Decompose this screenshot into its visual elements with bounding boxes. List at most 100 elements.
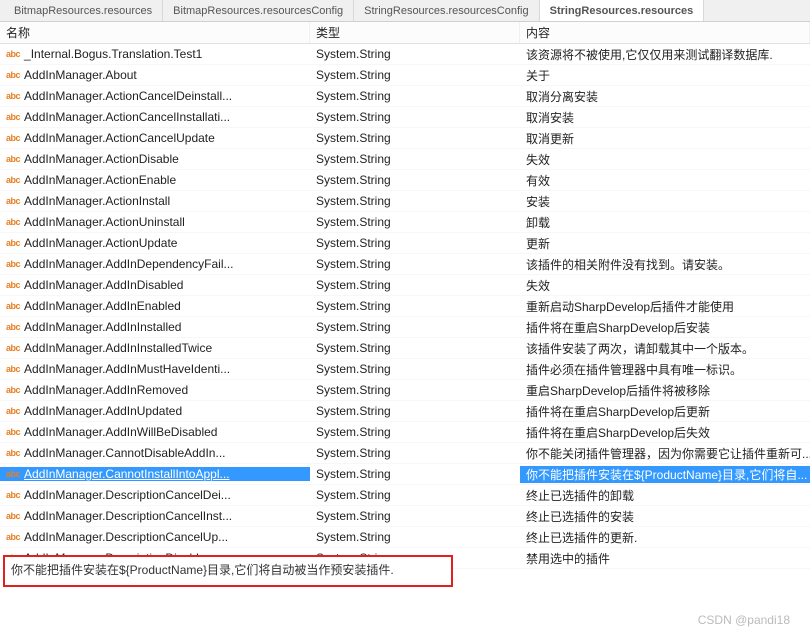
cell-content[interactable]: 插件必须在插件管理器中具有唯一标识。 — [520, 361, 810, 378]
cell-content[interactable]: 终止已选插件的安装 — [520, 508, 810, 525]
cell-name[interactable]: abcAddInManager.AddInUpdated — [0, 404, 310, 418]
cell-content[interactable]: 该插件安装了两次，请卸载其中一个版本。 — [520, 340, 810, 357]
cell-content[interactable]: 取消分离安装 — [520, 88, 810, 105]
cell-content[interactable]: 取消安装 — [520, 109, 810, 126]
cell-name[interactable]: abcAddInManager.DescriptionCancelDei... — [0, 488, 310, 502]
cell-type[interactable]: System.String — [310, 383, 520, 397]
cell-type[interactable]: System.String — [310, 467, 520, 481]
detail-value-box[interactable]: 你不能把插件安装在${ProductName}目录,它们将自动被当作预安装插件. — [3, 555, 453, 587]
cell-name[interactable]: abcAddInManager.AddInWillBeDisabled — [0, 425, 310, 439]
cell-name[interactable]: abcAddInManager.ActionCancelDeinstall... — [0, 89, 310, 103]
table-row[interactable]: abcAddInManager.AddInEnabledSystem.Strin… — [0, 296, 810, 317]
table-row[interactable]: abcAddInManager.AddInDisabledSystem.Stri… — [0, 275, 810, 296]
header-content[interactable]: 内容 — [520, 22, 810, 43]
header-type[interactable]: 类型 — [310, 22, 520, 43]
table-row[interactable]: abcAddInManager.AddInMustHaveIdenti...Sy… — [0, 359, 810, 380]
cell-content[interactable]: 插件将在重启SharpDevelop后安装 — [520, 319, 810, 336]
table-row[interactable]: abcAddInManager.ActionUninstallSystem.St… — [0, 212, 810, 233]
cell-type[interactable]: System.String — [310, 257, 520, 271]
cell-content[interactable]: 取消更新 — [520, 130, 810, 147]
cell-content[interactable]: 安装 — [520, 193, 810, 210]
table-row[interactable]: abcAddInManager.ActionCancelInstallati..… — [0, 107, 810, 128]
cell-name[interactable]: abcAddInManager.ActionCancelInstallati..… — [0, 110, 310, 124]
cell-name[interactable]: abcAddInManager.ActionUninstall — [0, 215, 310, 229]
cell-type[interactable]: System.String — [310, 320, 520, 334]
cell-name[interactable]: abcAddInManager.ActionEnable — [0, 173, 310, 187]
table-row[interactable]: abcAddInManager.ActionInstallSystem.Stri… — [0, 191, 810, 212]
table-row[interactable]: abcAddInManager.AddInUpdatedSystem.Strin… — [0, 401, 810, 422]
cell-name[interactable]: abcAddInManager.AddInInstalled — [0, 320, 310, 334]
cell-content[interactable]: 插件将在重启SharpDevelop后失效 — [520, 424, 810, 441]
cell-content[interactable]: 更新 — [520, 235, 810, 252]
tab-1[interactable]: BitmapResources.resourcesConfig — [163, 0, 354, 21]
cell-type[interactable]: System.String — [310, 362, 520, 376]
cell-content[interactable]: 该插件的相关附件没有找到。请安装。 — [520, 256, 810, 273]
cell-content[interactable]: 终止已选插件的更新. — [520, 529, 810, 546]
cell-name[interactable]: abcAddInManager.DescriptionCancelInst... — [0, 509, 310, 523]
cell-type[interactable]: System.String — [310, 89, 520, 103]
cell-type[interactable]: System.String — [310, 152, 520, 166]
cell-type[interactable]: System.String — [310, 278, 520, 292]
cell-type[interactable]: System.String — [310, 299, 520, 313]
cell-type[interactable]: System.String — [310, 509, 520, 523]
table-row[interactable]: abcAddInManager.AddInRemovedSystem.Strin… — [0, 380, 810, 401]
table-row[interactable]: abcAddInManager.ActionEnableSystem.Strin… — [0, 170, 810, 191]
cell-content[interactable]: 终止已选插件的卸载 — [520, 487, 810, 504]
tab-0[interactable]: BitmapResources.resources — [4, 0, 163, 21]
cell-content[interactable]: 禁用选中的插件 — [520, 550, 810, 567]
table-row[interactable]: abcAddInManager.ActionDisableSystem.Stri… — [0, 149, 810, 170]
cell-name[interactable]: abcAddInManager.AddInDisabled — [0, 278, 310, 292]
cell-name[interactable]: abcAddInManager.AddInMustHaveIdenti... — [0, 362, 310, 376]
cell-name[interactable]: abcAddInManager.DescriptionCancelUp... — [0, 530, 310, 544]
cell-type[interactable]: System.String — [310, 404, 520, 418]
cell-content[interactable]: 你不能把插件安装在${ProductName}目录,它们将自... — [520, 466, 810, 483]
cell-type[interactable]: System.String — [310, 68, 520, 82]
cell-type[interactable]: System.String — [310, 341, 520, 355]
cell-name[interactable]: abcAddInManager.AddInDependencyFail... — [0, 257, 310, 271]
cell-type[interactable]: System.String — [310, 47, 520, 61]
cell-type[interactable]: System.String — [310, 131, 520, 145]
cell-content[interactable]: 你不能关闭插件管理器，因为你需要它让插件重新可... — [520, 445, 810, 462]
table-row[interactable]: abcAddInManager.AddInInstalledSystem.Str… — [0, 317, 810, 338]
table-row[interactable]: abcAddInManager.AddInWillBeDisabledSyste… — [0, 422, 810, 443]
table-row[interactable]: abcAddInManager.ActionCancelDeinstall...… — [0, 86, 810, 107]
cell-content[interactable]: 卸载 — [520, 214, 810, 231]
cell-name[interactable]: abc_Internal.Bogus.Translation.Test1 — [0, 47, 310, 61]
table-row[interactable]: abcAddInManager.AddInDependencyFail...Sy… — [0, 254, 810, 275]
table-row[interactable]: abcAddInManager.ActionUpdateSystem.Strin… — [0, 233, 810, 254]
cell-name[interactable]: abcAddInManager.CannotInstallIntoAppl... — [0, 467, 310, 481]
tab-3[interactable]: StringResources.resources — [540, 0, 705, 21]
cell-name[interactable]: abcAddInManager.ActionDisable — [0, 152, 310, 166]
header-name[interactable]: 名称 — [0, 22, 310, 43]
cell-name[interactable]: abcAddInManager.About — [0, 68, 310, 82]
table-row[interactable]: abcAddInManager.AboutSystem.String关于 — [0, 65, 810, 86]
cell-content[interactable]: 有效 — [520, 172, 810, 189]
cell-content[interactable]: 失效 — [520, 151, 810, 168]
cell-name[interactable]: abcAddInManager.AddInEnabled — [0, 299, 310, 313]
table-row[interactable]: abcAddInManager.CannotInstallIntoAppl...… — [0, 464, 810, 485]
cell-name[interactable]: abcAddInManager.CannotDisableAddIn... — [0, 446, 310, 460]
cell-content[interactable]: 插件将在重启SharpDevelop后更新 — [520, 403, 810, 420]
cell-type[interactable]: System.String — [310, 488, 520, 502]
cell-content[interactable]: 重启SharpDevelop后插件将被移除 — [520, 382, 810, 399]
cell-name[interactable]: abcAddInManager.ActionInstall — [0, 194, 310, 208]
cell-name[interactable]: abcAddInManager.ActionUpdate — [0, 236, 310, 250]
cell-type[interactable]: System.String — [310, 215, 520, 229]
cell-content[interactable]: 失效 — [520, 277, 810, 294]
cell-type[interactable]: System.String — [310, 173, 520, 187]
table-row[interactable]: abcAddInManager.ActionCancelUpdateSystem… — [0, 128, 810, 149]
cell-name[interactable]: abcAddInManager.AddInInstalledTwice — [0, 341, 310, 355]
cell-type[interactable]: System.String — [310, 110, 520, 124]
cell-type[interactable]: System.String — [310, 236, 520, 250]
tab-2[interactable]: StringResources.resourcesConfig — [354, 0, 539, 21]
cell-name[interactable]: abcAddInManager.AddInRemoved — [0, 383, 310, 397]
table-row[interactable]: abcAddInManager.AddInInstalledTwiceSyste… — [0, 338, 810, 359]
cell-name[interactable]: abcAddInManager.ActionCancelUpdate — [0, 131, 310, 145]
resource-grid[interactable]: abc_Internal.Bogus.Translation.Test1Syst… — [0, 44, 810, 569]
table-row[interactable]: abc_Internal.Bogus.Translation.Test1Syst… — [0, 44, 810, 65]
table-row[interactable]: abcAddInManager.DescriptionCancelInst...… — [0, 506, 810, 527]
cell-content[interactable]: 重新启动SharpDevelop后插件才能使用 — [520, 298, 810, 315]
cell-content[interactable]: 关于 — [520, 67, 810, 84]
cell-type[interactable]: System.String — [310, 425, 520, 439]
cell-type[interactable]: System.String — [310, 530, 520, 544]
